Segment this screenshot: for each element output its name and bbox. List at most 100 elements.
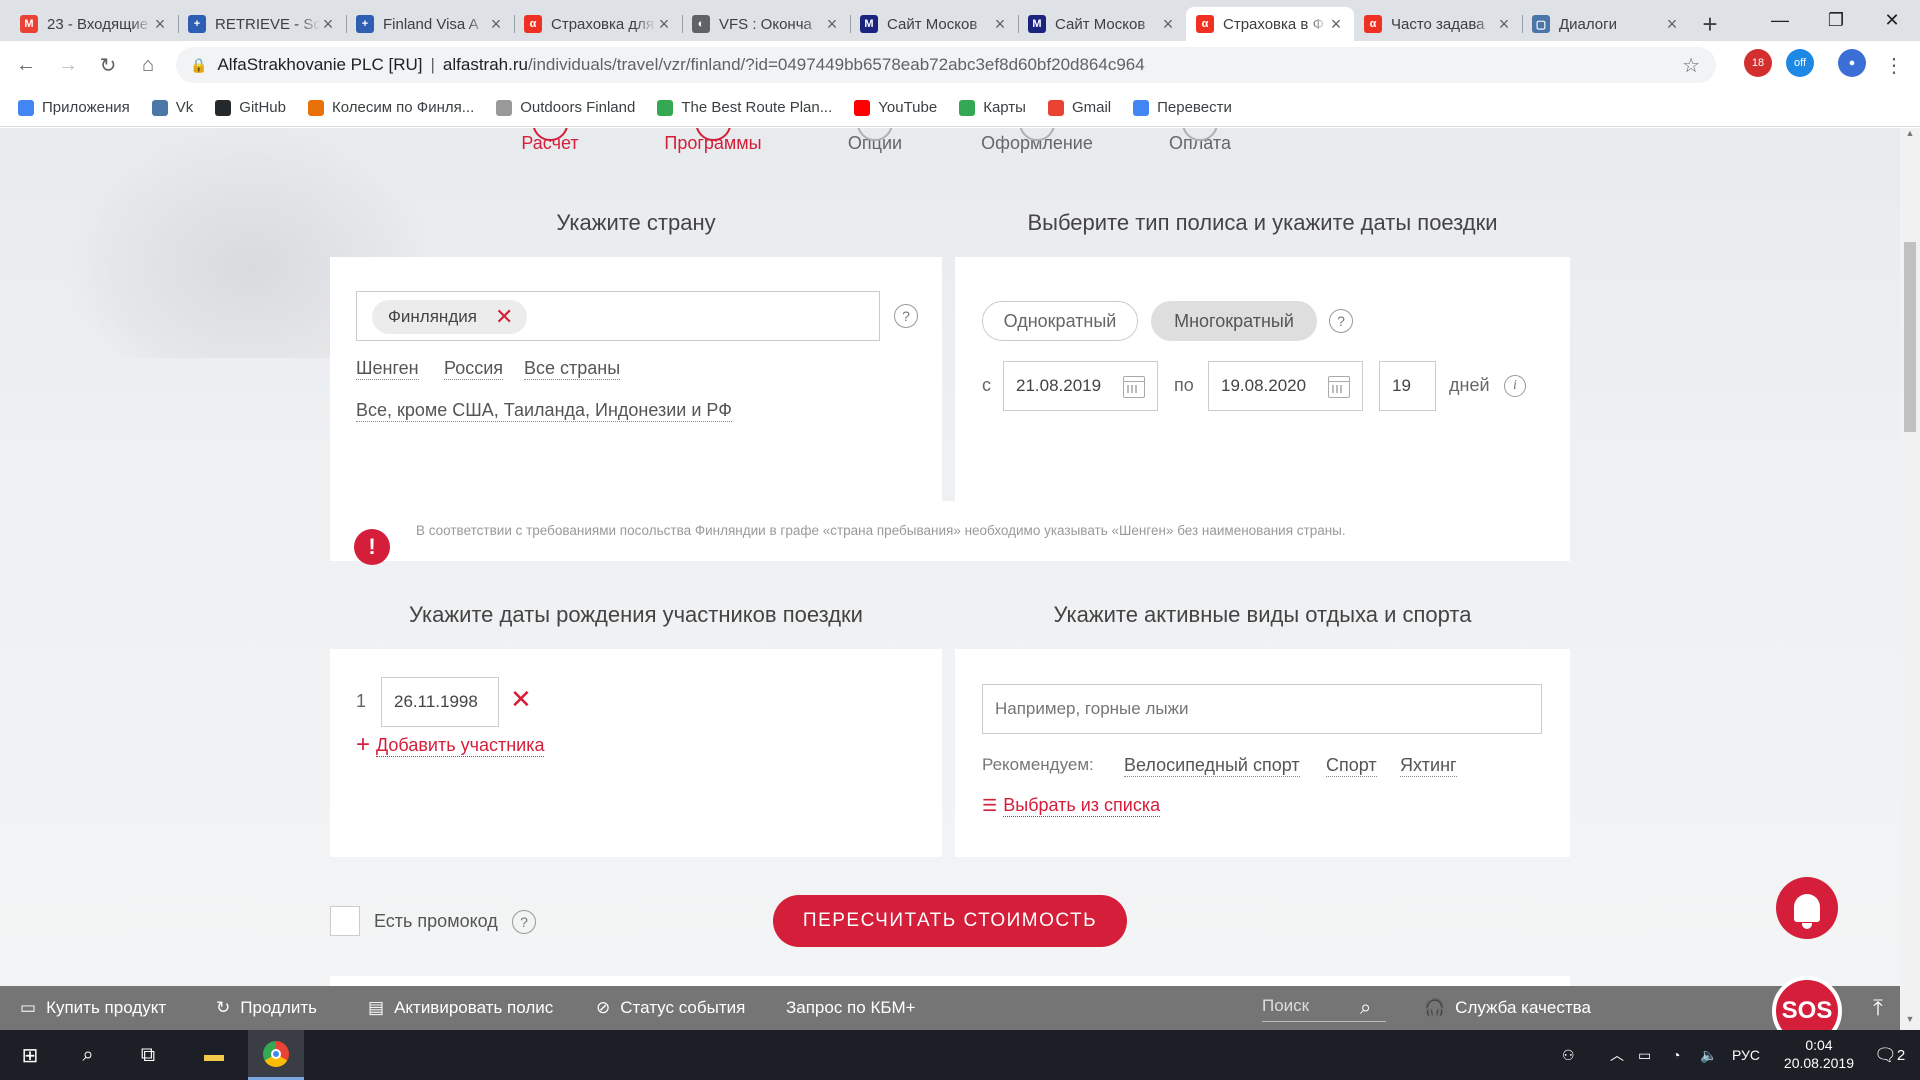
browser-tab[interactable]: α Страховка в Ф × [1186,7,1354,41]
search-icon[interactable]: ⌕ [1360,986,1371,1030]
address-bar[interactable]: 🔒 AlfaStrakhovanie PLC [RU] | alfastrah.… [176,47,1716,83]
browser-tab[interactable]: M Сайт Москов × [1018,7,1186,41]
bookmark-item[interactable]: Приложения [18,99,130,116]
windows-start-icon[interactable]: ⊞ [2,1030,58,1080]
remove-country-icon[interactable]: ✕ [495,304,513,330]
quick-link-schengen[interactable]: Шенген [356,357,419,380]
bookmark-item[interactable]: Outdoors Finland [496,99,635,116]
progress-step[interactable]: Опции [848,128,902,154]
calendar-icon[interactable] [1123,376,1145,398]
help-icon[interactable]: ? [512,910,536,934]
scroll-up-arrow[interactable]: ▲ [1900,128,1920,144]
new-tab-button[interactable]: + [1690,7,1730,41]
minimize-button[interactable]: — [1752,0,1808,40]
browser-tab[interactable]: M 23 - Входящие × [10,7,178,41]
bookmark-item[interactable]: The Best Route Plan... [657,99,832,116]
quick-link-all[interactable]: Все страны [524,357,621,380]
bookmark-item[interactable]: Перевести [1133,99,1232,116]
browser-tab[interactable]: ▢ Диалоги × [1522,7,1690,41]
extension-icon-1[interactable]: 18 [1744,49,1772,77]
progress-step[interactable]: Расчет [521,128,579,154]
menu-icon[interactable]: ⋮ [1874,45,1914,85]
search-icon[interactable]: ⌕ [60,1030,116,1080]
days-input[interactable]: 19 [1379,361,1436,411]
tab-close-icon[interactable]: × [320,14,336,35]
buy-product-link[interactable]: ▭ Купить продукт [20,986,166,1030]
bookmark-item[interactable]: Vk [151,99,193,116]
bookmark-item[interactable]: Gmail [1047,99,1111,116]
tab-close-icon[interactable]: × [1664,14,1680,35]
profile-avatar[interactable]: ● [1838,49,1866,77]
tray-overflow-icon[interactable]: ︿ [1610,1030,1624,1080]
browser-tab[interactable]: ◐ VFS : Оконча × [682,7,850,41]
file-explorer-icon[interactable]: ▬ [186,1030,242,1080]
progress-step[interactable]: Программы [664,128,762,154]
input-language[interactable]: РУС [1732,1030,1760,1080]
multi-trip-option[interactable]: Многократный [1151,301,1317,341]
bookmark-item[interactable]: GitHub [215,99,286,116]
battery-icon[interactable]: ▭ [1638,1030,1651,1080]
home-icon[interactable]: ⌂ [128,45,168,85]
tab-close-icon[interactable]: × [1160,14,1176,35]
choose-from-list-link[interactable]: ☰ Выбрать из списка [982,794,1161,817]
remove-participant-icon[interactable]: ✕ [510,684,532,715]
page-scrollbar[interactable]: ▲ ▼ [1900,128,1920,1030]
help-icon[interactable]: ? [1329,309,1353,333]
recommend-yachting[interactable]: Яхтинг [1400,754,1457,777]
scrollbar-thumb[interactable] [1904,242,1916,432]
back-icon[interactable]: ← [6,45,46,85]
activity-search-input[interactable] [982,684,1542,734]
tab-close-icon[interactable]: × [992,14,1008,35]
bookmark-item[interactable]: Карты [959,99,1026,116]
calendar-icon[interactable] [1328,376,1350,398]
promo-checkbox[interactable] [330,906,360,936]
recalculate-button[interactable]: ПЕРЕСЧИТАТЬ СТОИМОСТЬ [773,895,1127,947]
tab-close-icon[interactable]: × [824,14,840,35]
quality-service-link[interactable]: 🎧 Служба качества [1424,986,1591,1030]
country-input[interactable]: Финляндия ✕ [356,291,880,341]
bookmark-item[interactable]: YouTube [854,99,937,116]
activate-policy-link[interactable]: ▤ Активировать полис [368,986,553,1030]
single-trip-option[interactable]: Однократный [982,301,1138,341]
tab-close-icon[interactable]: × [656,14,672,35]
extension-icon-2[interactable]: off [1786,49,1814,77]
notification-center-icon[interactable]: 🗨 2 [1874,1030,1905,1080]
clock[interactable]: 0:04 20.08.2019 [1784,1036,1854,1072]
wifi-icon[interactable]: ◔ [1672,1030,1680,1080]
browser-tab[interactable]: M Сайт Москов × [850,7,1018,41]
tab-close-icon[interactable]: × [1328,14,1344,35]
scroll-down-arrow[interactable]: ▼ [1900,1014,1920,1030]
bookmark-star-icon[interactable]: ☆ [1682,53,1700,78]
help-icon[interactable]: ? [894,304,918,328]
quick-link-all-except[interactable]: Все, кроме США, Таиланда, Индонезии и РФ [356,399,732,422]
browser-tab[interactable]: + Finland Visa A × [346,7,514,41]
event-status-link[interactable]: ⊘ Статус события [596,986,745,1030]
progress-step[interactable]: Оформление [981,128,1093,154]
task-view-icon[interactable]: ⧉ [120,1030,176,1080]
notification-bell-button[interactable] [1776,877,1838,939]
tab-close-icon[interactable]: × [1496,14,1512,35]
tab-close-icon[interactable]: × [488,14,504,35]
end-date-input[interactable]: 19.08.2020 [1208,361,1363,411]
tab-close-icon[interactable]: × [152,14,168,35]
browser-tab[interactable]: α Страховка для × [514,7,682,41]
birthdate-input[interactable]: 26.11.1998 [381,677,499,727]
add-participant-link[interactable]: + Добавить участника [356,731,545,759]
info-icon[interactable]: i [1504,375,1526,397]
start-date-input[interactable]: 21.08.2019 [1003,361,1158,411]
quick-link-russia[interactable]: Россия [444,357,504,380]
scroll-top-icon[interactable]: ⤒ [1858,986,1898,1030]
browser-tab[interactable]: α Часто задава × [1354,7,1522,41]
close-window-button[interactable]: ✕ [1864,0,1920,40]
forward-icon[interactable]: → [48,45,88,85]
volume-icon[interactable]: 🔈 [1700,1030,1717,1080]
bookmark-item[interactable]: Колесим по Финля... [307,99,474,116]
recommend-sport[interactable]: Спорт [1326,754,1377,777]
reload-icon[interactable]: ↻ [88,45,128,85]
progress-step[interactable]: Оплата [1169,128,1231,154]
chrome-taskbar-icon[interactable] [248,1030,304,1080]
kbm-request-link[interactable]: Запрос по КБМ+ [786,986,916,1030]
maximize-button[interactable]: ❐ [1808,0,1864,40]
extend-link[interactable]: ↻ Продлить [216,986,317,1030]
recommend-cycling[interactable]: Велосипедный спорт [1124,754,1300,777]
